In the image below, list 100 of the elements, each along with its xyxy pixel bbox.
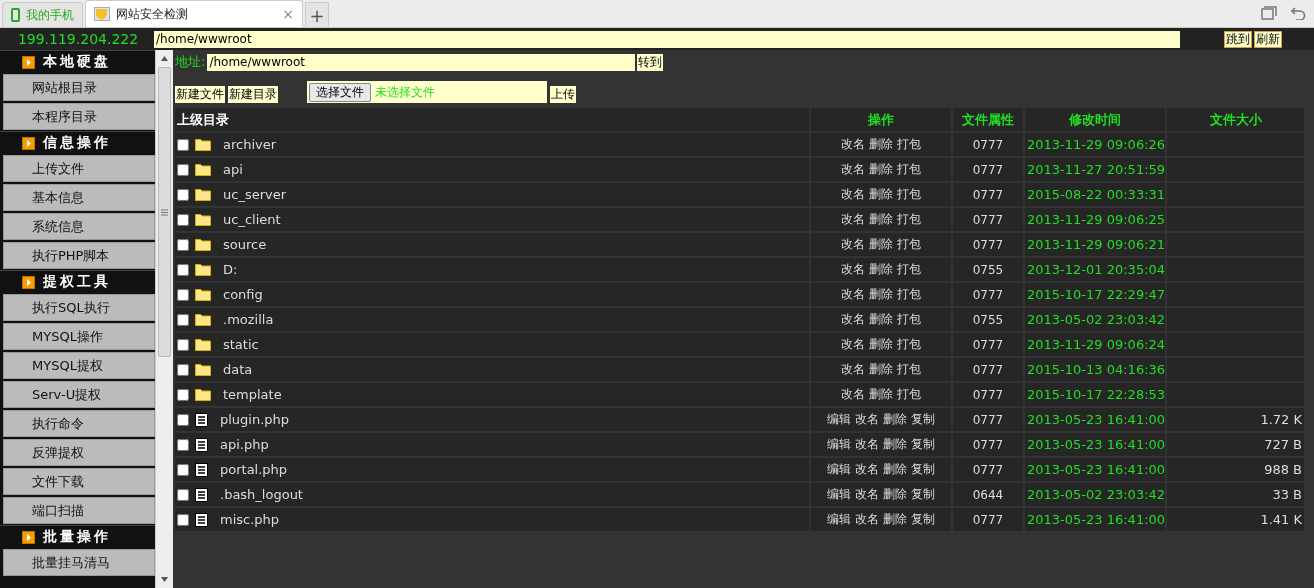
create-button[interactable]: 新建目录	[228, 86, 278, 103]
sidebar-item[interactable]: 基本信息	[3, 184, 155, 211]
close-icon[interactable]: ×	[282, 6, 294, 22]
row-checkbox[interactable]	[177, 213, 189, 226]
sidebar-item[interactable]: 上传文件	[3, 155, 155, 182]
sidebar-item[interactable]: 执行命令	[3, 410, 155, 437]
row-checkbox[interactable]	[177, 238, 189, 251]
operation-links[interactable]: 改名 删除 打包	[811, 308, 951, 331]
operation-links[interactable]: 编辑 改名 删除 复制	[811, 483, 951, 506]
modified-time: 2013-05-02 23:03:42	[1025, 483, 1165, 506]
go-button[interactable]: 转到	[637, 53, 664, 71]
file-name[interactable]: portal.php	[220, 462, 288, 477]
operation-links[interactable]: 改名 删除 打包	[811, 258, 951, 281]
row-checkbox[interactable]	[177, 263, 189, 276]
server-ip: 199.119.204.222	[16, 31, 140, 47]
sidebar-item[interactable]: 批量挂马清马	[3, 549, 155, 576]
modified-time: 2013-11-29 09:06:25	[1025, 208, 1165, 231]
scrollbar-thumb[interactable]	[158, 67, 171, 357]
operation-links[interactable]: 编辑 改名 删除 复制	[811, 508, 951, 531]
row-checkbox[interactable]	[177, 438, 189, 451]
file-size: 33 B	[1167, 483, 1304, 506]
sidebar-item[interactable]: 本程序目录	[3, 103, 155, 130]
operation-links[interactable]: 改名 删除 打包	[811, 333, 951, 356]
toolbar-button[interactable]: 刷新	[1254, 30, 1282, 48]
file-name[interactable]: api	[223, 162, 243, 177]
file-name[interactable]: plugin.php	[220, 412, 290, 427]
file-name[interactable]: static	[223, 337, 259, 352]
modified-time: 2013-05-23 16:41:00	[1025, 433, 1165, 456]
modified-time: 2015-10-13 04:16:36	[1025, 358, 1165, 381]
file-name[interactable]: uc_server	[223, 187, 287, 202]
sidebar-item[interactable]: MYSQL操作	[3, 323, 155, 350]
window-icon[interactable]	[1261, 6, 1277, 21]
file-name[interactable]: uc_client	[223, 212, 281, 227]
sidebar-item[interactable]: 端口扫描	[3, 497, 155, 524]
operation-links[interactable]: 改名 删除 打包	[811, 208, 951, 231]
sidebar-item[interactable]: 执行PHP脚本	[3, 242, 155, 269]
operation-links[interactable]: 改名 删除 打包	[811, 383, 951, 406]
modified-time: 2013-05-02 23:03:42	[1025, 308, 1165, 331]
row-checkbox[interactable]	[177, 288, 189, 301]
row-checkbox[interactable]	[177, 138, 189, 151]
scroll-down-icon[interactable]	[161, 577, 168, 582]
row-checkbox[interactable]	[177, 463, 189, 476]
operation-links[interactable]: 改名 删除 打包	[811, 358, 951, 381]
file-name[interactable]: .bash_logout	[220, 487, 303, 502]
permission-cell: 0777	[953, 208, 1023, 231]
row-checkbox[interactable]	[177, 363, 189, 376]
toolbar-button[interactable]: 跳到	[1224, 30, 1252, 48]
permission-cell: 0777	[953, 358, 1023, 381]
folder-icon	[195, 338, 211, 351]
scroll-up-icon[interactable]	[161, 56, 168, 61]
operation-links[interactable]: 改名 删除 打包	[811, 233, 951, 256]
new-tab-button[interactable]: +	[305, 2, 329, 27]
sidebar-item[interactable]: 文件下载	[3, 468, 155, 495]
operation-links[interactable]: 编辑 改名 删除 复制	[811, 408, 951, 431]
file-name[interactable]: D:	[223, 262, 238, 277]
operation-links[interactable]: 改名 删除 打包	[811, 158, 951, 181]
file-name[interactable]: api.php	[220, 437, 269, 452]
row-checkbox[interactable]	[177, 488, 189, 501]
row-checkbox[interactable]	[177, 413, 189, 426]
sidebar-item[interactable]: MYSQL提权	[3, 352, 155, 379]
row-checkbox[interactable]	[177, 338, 189, 351]
document-icon	[195, 437, 208, 452]
column-header[interactable]: 上级目录	[175, 108, 809, 131]
permission-cell: 0644	[953, 483, 1023, 506]
operation-links[interactable]: 编辑 改名 删除 复制	[811, 458, 951, 481]
upload-button[interactable]: 上传	[550, 86, 576, 103]
sidebar-item[interactable]: 网站根目录	[3, 74, 155, 101]
row-checkbox[interactable]	[177, 513, 189, 526]
browser-tab[interactable]: 网站安全检测 ×	[85, 0, 303, 27]
operation-links[interactable]: 编辑 改名 删除 复制	[811, 433, 951, 456]
undo-icon[interactable]	[1291, 6, 1306, 20]
modified-time: 2015-10-17 22:29:47	[1025, 283, 1165, 306]
operation-links[interactable]: 改名 删除 打包	[811, 133, 951, 156]
sidebar-item[interactable]: Serv-U提权	[3, 381, 155, 408]
row-checkbox[interactable]	[177, 163, 189, 176]
file-name[interactable]: data	[223, 362, 253, 377]
permission-cell: 0755	[953, 308, 1023, 331]
address-field[interactable]: /home/wwwroot	[207, 53, 636, 71]
file-name[interactable]: config	[223, 287, 263, 302]
path-field[interactable]: /home/wwwroot	[154, 30, 1180, 48]
file-name[interactable]: misc.php	[220, 512, 280, 527]
operation-links[interactable]: 改名 删除 打包	[811, 283, 951, 306]
file-name[interactable]: template	[223, 387, 282, 402]
permission-cell: 0777	[953, 408, 1023, 431]
row-checkbox[interactable]	[177, 313, 189, 326]
folder-icon	[195, 188, 211, 201]
create-button[interactable]: 新建文件	[175, 86, 225, 103]
operation-links[interactable]: 改名 删除 打包	[811, 183, 951, 206]
sidebar-item[interactable]: 反弹提权	[3, 439, 155, 466]
sidebar-item[interactable]: 系统信息	[3, 213, 155, 240]
file-name[interactable]: archiver	[223, 137, 277, 152]
permission-cell: 0777	[953, 333, 1023, 356]
sidebar-item[interactable]: 执行SQL执行	[3, 294, 155, 321]
file-size: 727 B	[1167, 433, 1304, 456]
row-checkbox[interactable]	[177, 388, 189, 401]
file-name[interactable]: .mozilla	[223, 312, 274, 327]
modified-time: 2013-05-23 16:41:00	[1025, 408, 1165, 431]
file-name[interactable]: source	[223, 237, 267, 252]
choose-file-button[interactable]: 选择文件	[309, 82, 371, 102]
row-checkbox[interactable]	[177, 188, 189, 201]
